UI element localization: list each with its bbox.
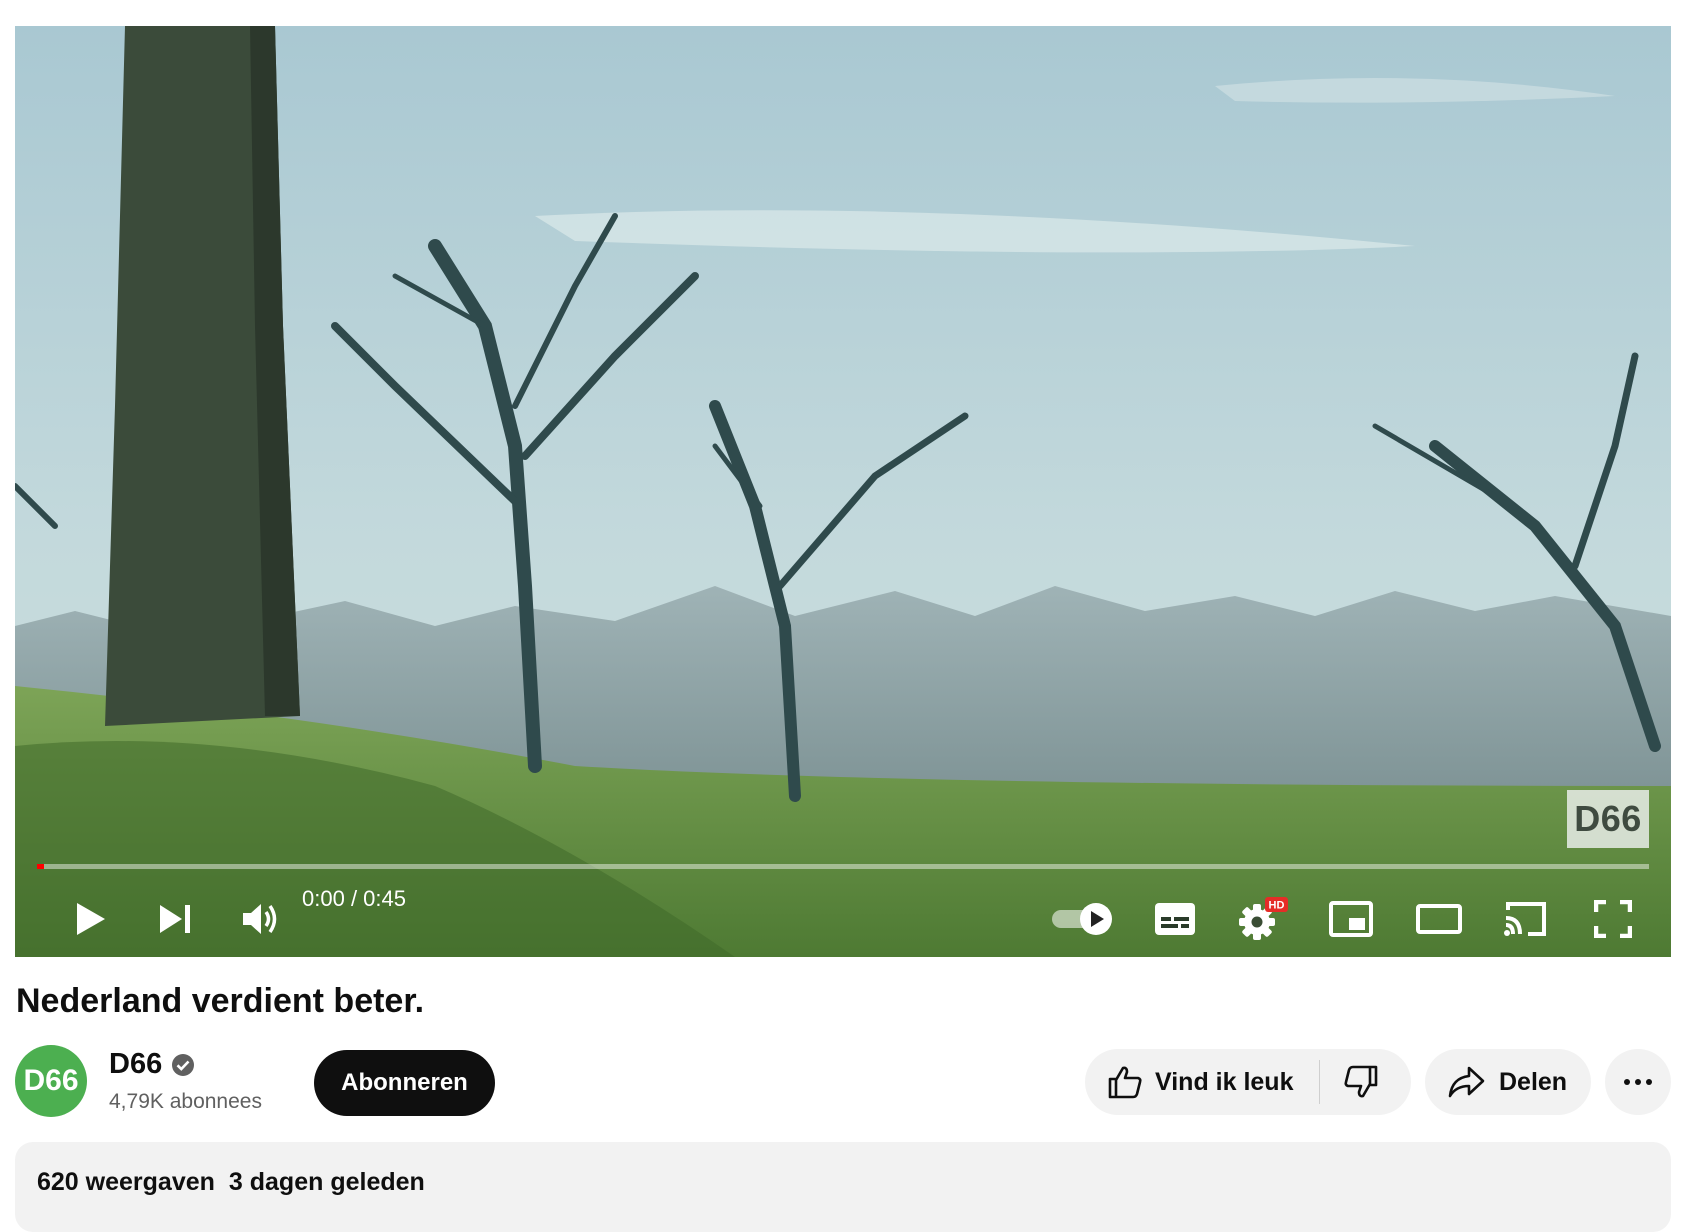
subscriber-count: 4,79K abonnees <box>109 1090 262 1113</box>
more-horizontal-icon <box>1624 1079 1652 1085</box>
play-icon <box>77 903 105 935</box>
progress-played <box>37 864 44 869</box>
cast-icon <box>1504 902 1546 936</box>
more-actions-button[interactable] <box>1605 1049 1671 1115</box>
volume-icon <box>243 904 277 934</box>
fullscreen-button[interactable] <box>1575 886 1651 952</box>
time-separator: / <box>344 886 364 911</box>
video-player[interactable]: D66 0:00 / 0:45 HD <box>15 26 1671 957</box>
channel-watermark[interactable]: D66 <box>1567 790 1649 848</box>
time-display: 0:00 / 0:45 <box>302 886 406 952</box>
share-label: Delen <box>1499 1067 1568 1096</box>
progress-bar[interactable] <box>37 864 1649 869</box>
channel-avatar[interactable]: D66 <box>15 1045 87 1117</box>
settings-gear-icon: HD <box>1239 897 1288 940</box>
subtitles-button[interactable] <box>1139 886 1211 952</box>
theater-mode-button[interactable] <box>1401 886 1477 952</box>
channel-name: D66 <box>109 1048 163 1080</box>
like-dislike-group: Vind ik leuk <box>1085 1049 1411 1115</box>
autoplay-toggle-icon <box>1052 903 1112 935</box>
like-label: Vind ik leuk <box>1155 1067 1294 1096</box>
share-button[interactable]: Delen <box>1425 1049 1591 1115</box>
subscribe-button[interactable]: Abonneren <box>314 1050 495 1116</box>
hd-badge: HD <box>1269 900 1285 912</box>
verified-badge-icon <box>172 1053 195 1076</box>
cast-button[interactable] <box>1487 886 1563 952</box>
fullscreen-icon <box>1594 900 1632 938</box>
description-meta: 620 weergaven 3 dagen geleden <box>37 1168 425 1197</box>
like-button[interactable]: Vind ik leuk <box>1085 1049 1319 1115</box>
share-icon <box>1448 1066 1485 1098</box>
miniplayer-icon <box>1329 901 1373 937</box>
time-current: 0:00 <box>302 886 345 911</box>
channel-name-link[interactable]: D66 <box>109 1048 195 1081</box>
video-title: Nederland verdient beter. <box>16 982 425 1020</box>
view-count: 620 weergaven <box>37 1168 215 1196</box>
thumbs-down-icon <box>1344 1065 1378 1098</box>
settings-button[interactable]: HD <box>1225 886 1301 952</box>
dislike-button[interactable] <box>1320 1049 1402 1115</box>
volume-button[interactable] <box>225 886 297 952</box>
upload-date: 3 dagen geleden <box>228 1168 425 1196</box>
next-button[interactable] <box>139 886 211 952</box>
miniplayer-button[interactable] <box>1315 886 1387 952</box>
thumbs-up-icon <box>1108 1066 1142 1099</box>
play-button[interactable] <box>55 886 127 952</box>
description-box[interactable]: 620 weergaven 3 dagen geleden <box>15 1142 1671 1232</box>
video-frame <box>15 26 1671 957</box>
time-total: 0:45 <box>363 886 406 911</box>
subtitles-icon <box>1155 903 1195 935</box>
theater-mode-icon <box>1416 904 1462 934</box>
next-icon <box>160 905 190 933</box>
autoplay-toggle[interactable] <box>1045 886 1121 952</box>
player-controls: 0:00 / 0:45 HD <box>15 886 1671 952</box>
